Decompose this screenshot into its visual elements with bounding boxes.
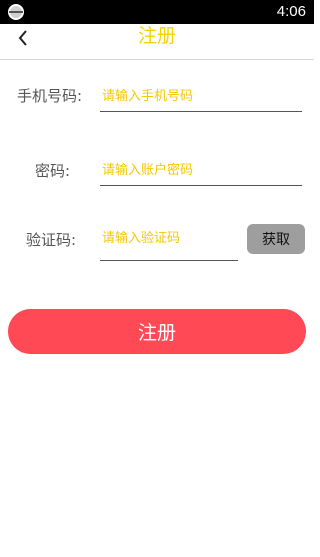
register-button[interactable]: 注册: [8, 309, 306, 354]
get-code-button[interactable]: 获取: [247, 224, 305, 254]
code-input[interactable]: [102, 228, 236, 250]
code-label: 验证码:: [26, 231, 77, 249]
app-bar: 注册: [0, 24, 314, 60]
phone-label: 手机号码:: [17, 87, 83, 105]
password-label: 密码:: [35, 162, 71, 180]
password-input[interactable]: [102, 160, 300, 182]
phone-input[interactable]: [102, 86, 300, 108]
status-bar: 4:06: [0, 0, 314, 24]
password-underline: [100, 185, 302, 186]
page-title: 注册: [137, 25, 176, 47]
phone-underline: [100, 111, 302, 112]
code-underline: [100, 260, 238, 261]
app-icon: [8, 4, 24, 20]
status-time: 4:06: [276, 3, 306, 20]
